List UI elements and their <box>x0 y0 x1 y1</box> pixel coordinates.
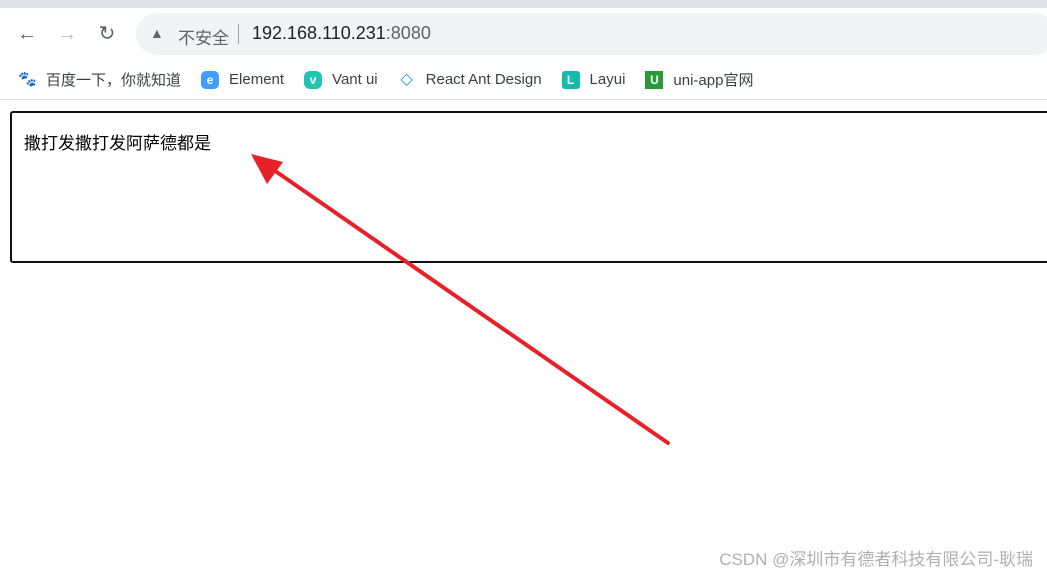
arrow-shaft <box>266 164 670 445</box>
arrow-head-icon <box>251 154 283 184</box>
watermark: CSDN @深圳市有德者科技有限公司-耿瑞 <box>719 550 1033 569</box>
annotation-arrow <box>251 154 670 445</box>
